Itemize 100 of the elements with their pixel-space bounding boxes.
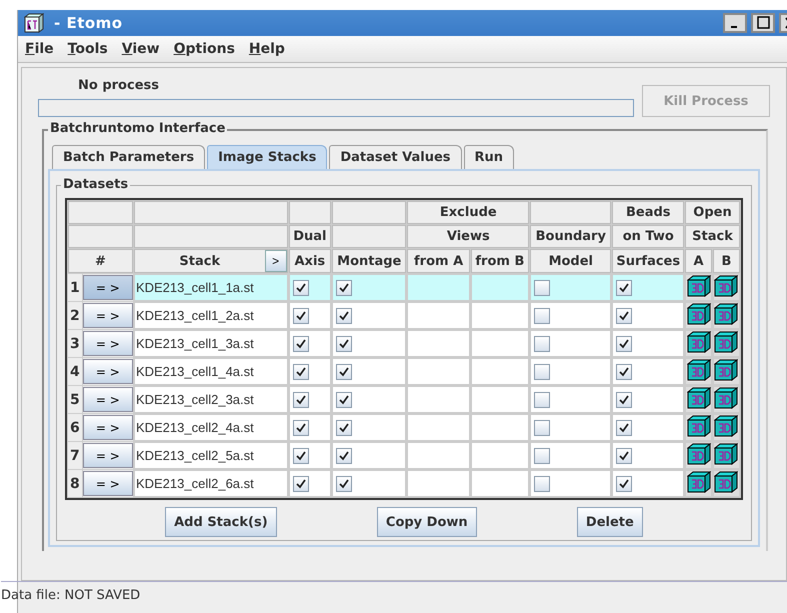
go-button[interactable]: = > [82, 303, 133, 328]
go-button[interactable]: = > [82, 331, 133, 356]
table-cell[interactable] [470, 442, 530, 469]
table-cell[interactable] [470, 386, 530, 413]
table-cell[interactable] [407, 330, 470, 357]
table-cell[interactable] [470, 470, 530, 497]
table-cell[interactable] [470, 358, 530, 385]
checkbox[interactable] [534, 448, 550, 464]
checkbox[interactable] [336, 336, 352, 352]
checkbox[interactable] [336, 420, 352, 436]
checkbox[interactable] [534, 364, 550, 380]
checkbox[interactable] [616, 280, 632, 296]
tab[interactable]: Dataset Values [329, 145, 462, 169]
go-button[interactable]: = > [82, 415, 133, 440]
table-cell[interactable] [407, 358, 470, 385]
cube-icon[interactable] [686, 303, 710, 325]
cube-icon[interactable] [686, 359, 710, 381]
expand-button[interactable]: > [264, 250, 287, 272]
checkbox[interactable] [534, 420, 550, 436]
menu-item[interactable]: View [122, 41, 160, 57]
table-cell[interactable] [470, 302, 530, 329]
table-cell[interactable] [470, 330, 530, 357]
cube-icon[interactable] [714, 471, 738, 493]
stack-cell[interactable]: KDE213_cell1_4a.st [134, 358, 288, 385]
checkbox[interactable] [292, 420, 309, 436]
checkbox[interactable] [616, 336, 632, 352]
menu-item[interactable]: Options [174, 41, 235, 57]
stack-cell[interactable]: KDE213_cell1_3a.st [134, 330, 288, 357]
cube-icon[interactable] [686, 443, 710, 465]
checkbox[interactable] [336, 392, 352, 408]
checkbox[interactable] [616, 476, 632, 492]
row-number: 5 [68, 386, 82, 413]
stack-cell[interactable]: KDE213_cell2_3a.st [134, 386, 288, 413]
menu-item[interactable]: File [25, 41, 54, 57]
checkbox[interactable] [534, 392, 550, 408]
cube-icon[interactable] [714, 331, 738, 353]
row-number: 4 [68, 358, 82, 385]
tab[interactable]: Image Stacks [207, 145, 328, 169]
table-cell[interactable] [407, 386, 470, 413]
checkbox[interactable] [534, 280, 550, 296]
tab[interactable]: Run [464, 145, 514, 169]
cube-icon[interactable] [714, 303, 738, 325]
table-cell[interactable] [407, 414, 470, 441]
cube-icon[interactable] [686, 387, 710, 409]
checkbox[interactable] [292, 364, 309, 380]
cube-icon[interactable] [714, 415, 738, 437]
table-cell[interactable] [470, 414, 530, 441]
checkbox[interactable] [336, 448, 352, 464]
cube-icon[interactable] [714, 443, 738, 465]
checkbox[interactable] [292, 336, 309, 352]
stack-cell[interactable]: KDE213_cell1_2a.st [134, 302, 288, 329]
go-button[interactable]: = > [82, 359, 133, 384]
table-cell[interactable] [407, 442, 470, 469]
checkbox[interactable] [616, 448, 632, 464]
stack-cell[interactable]: KDE213_cell1_1a.st [134, 274, 288, 301]
minimize-icon[interactable] [723, 13, 747, 33]
column-header: from B [470, 249, 530, 273]
cube-icon[interactable] [686, 415, 710, 437]
checkbox[interactable] [336, 280, 352, 296]
table-cell[interactable] [407, 274, 470, 301]
checkbox[interactable] [292, 392, 309, 408]
checkbox[interactable] [616, 420, 632, 436]
menu-item[interactable]: Help [248, 41, 285, 57]
stack-cell[interactable]: KDE213_cell2_4a.st [134, 414, 288, 441]
action-button[interactable]: Copy Down [376, 507, 477, 537]
checkbox[interactable] [336, 364, 352, 380]
cube-icon[interactable] [714, 275, 738, 297]
go-button[interactable]: = > [82, 275, 133, 300]
checkbox[interactable] [534, 308, 550, 324]
cube-icon[interactable] [686, 331, 710, 353]
stack-cell[interactable]: KDE213_cell2_6a.st [134, 470, 288, 497]
table-cell[interactable] [407, 302, 470, 329]
checkbox[interactable] [292, 308, 309, 324]
cube-icon[interactable] [686, 275, 710, 297]
go-button[interactable]: = > [82, 443, 133, 468]
tab[interactable]: Batch Parameters [52, 145, 206, 169]
checkbox[interactable] [336, 476, 352, 492]
table-cell[interactable] [407, 470, 470, 497]
go-button[interactable]: = > [82, 387, 133, 412]
checkbox[interactable] [534, 336, 550, 352]
checkbox[interactable] [616, 364, 632, 380]
cube-icon[interactable] [714, 359, 738, 381]
checkbox[interactable] [336, 308, 352, 324]
table-cell[interactable] [470, 274, 530, 301]
checkbox[interactable] [292, 476, 309, 492]
maximize-icon[interactable] [751, 13, 775, 33]
menu-item[interactable]: Tools [68, 41, 108, 57]
checkbox[interactable] [616, 308, 632, 324]
action-button[interactable]: Add Stack(s) [165, 507, 277, 537]
go-button[interactable]: = > [82, 471, 133, 496]
checkbox[interactable] [292, 280, 309, 296]
cube-icon[interactable] [714, 387, 738, 409]
stack-cell[interactable]: KDE213_cell2_5a.st [134, 442, 288, 469]
checkbox[interactable] [616, 392, 632, 408]
row-number: 3 [68, 330, 82, 357]
column-header: Views [407, 225, 530, 248]
checkbox[interactable] [534, 476, 550, 492]
action-button[interactable]: Delete [576, 507, 643, 537]
checkbox[interactable] [292, 448, 309, 464]
cube-icon[interactable] [686, 471, 710, 493]
